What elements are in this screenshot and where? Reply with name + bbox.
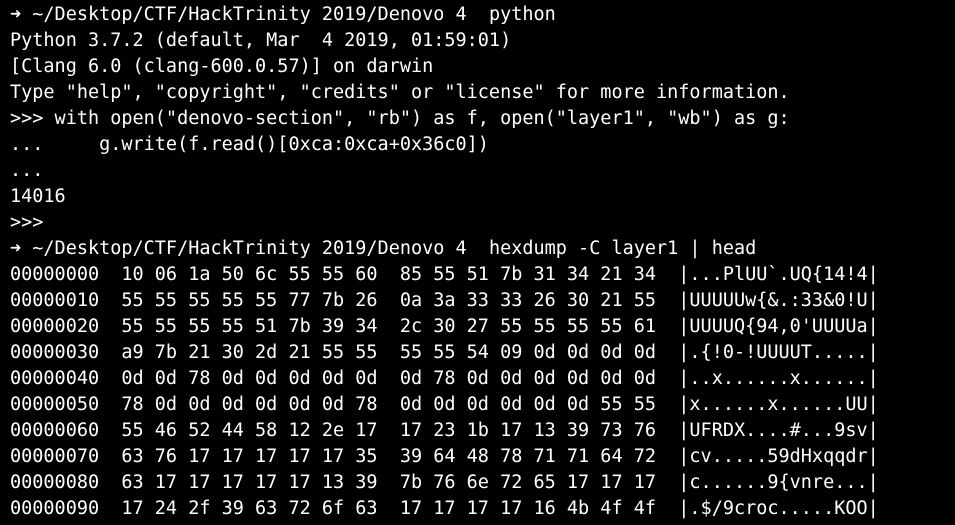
repl-continuation-line: ... <box>10 160 44 181</box>
prompt-command: hexdump -C layer1 | head <box>466 238 757 259</box>
repl-continuation-line: ... g.write(f.read()[0xca:0xca+0x36c0]) <box>10 134 489 155</box>
hexdump-row: 00000020 55 55 55 55 51 7b 39 34 2c 30 2… <box>10 316 879 337</box>
prompt-arrow-icon: ➜ <box>10 238 22 259</box>
prompt-cwd: ~/Desktop/CTF/HackTrinity 2019/Denovo 4 <box>21 4 467 25</box>
repl-output-line: 14016 <box>10 186 66 207</box>
shell-prompt-line: ➜ ~/Desktop/CTF/HackTrinity 2019/Denovo … <box>10 2 955 28</box>
hexdump-row: 00000090 17 24 2f 39 63 72 6f 63 17 17 1… <box>10 498 879 519</box>
hexdump-row: 00000010 55 55 55 55 55 77 7b 26 0a 3a 3… <box>10 290 879 311</box>
hexdump-row: 00000070 63 76 17 17 17 17 17 35 39 64 4… <box>10 446 879 467</box>
hexdump-row: 00000000 10 06 1a 50 6c 55 55 60 85 55 5… <box>10 264 879 285</box>
hexdump-row: 00000030 a9 7b 21 30 2d 21 55 55 55 55 5… <box>10 342 879 363</box>
prompt-arrow-icon: ➜ <box>10 4 22 25</box>
python-build-line: [Clang 6.0 (clang-600.0.57)] on darwin <box>10 56 434 77</box>
hexdump-row: 00000060 55 46 52 44 58 12 2e 17 17 23 1… <box>10 420 879 441</box>
repl-input-line: >>> with open("denovo-section", "rb") as… <box>10 108 790 129</box>
python-version-line: Python 3.7.2 (default, Mar 4 2019, 01:59… <box>10 30 512 51</box>
repl-prompt-line: >>> <box>10 212 44 233</box>
terminal-window[interactable]: ➜ ~/Desktop/CTF/HackTrinity 2019/Denovo … <box>0 0 955 525</box>
prompt-cwd: ~/Desktop/CTF/HackTrinity 2019/Denovo 4 <box>21 238 467 259</box>
python-help-line: Type "help", "copyright", "credits" or "… <box>10 82 790 103</box>
hexdump-row: 00000050 78 0d 0d 0d 0d 0d 0d 78 0d 0d 0… <box>10 394 879 415</box>
shell-prompt-line: ➜ ~/Desktop/CTF/HackTrinity 2019/Denovo … <box>10 236 955 262</box>
hexdump-row: 00000040 0d 0d 78 0d 0d 0d 0d 0d 0d 78 0… <box>10 368 879 389</box>
hexdump-row: 00000080 63 17 17 17 17 17 13 39 7b 76 6… <box>10 472 879 493</box>
prompt-command: python <box>466 4 556 25</box>
